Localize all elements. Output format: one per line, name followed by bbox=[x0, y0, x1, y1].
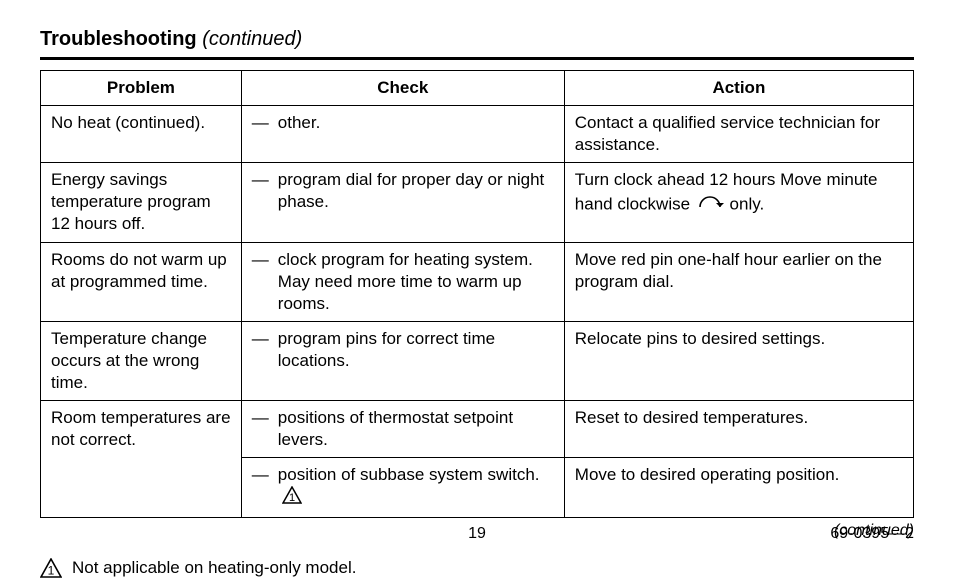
dash-icon: — bbox=[252, 169, 278, 213]
table-row: Temperature change occurs at the wrong t… bbox=[41, 321, 914, 400]
table-row: Energy savings temperature program 12 ho… bbox=[41, 163, 914, 242]
col-problem: Problem bbox=[41, 71, 242, 106]
dash-icon: — bbox=[252, 112, 278, 134]
section-title: Troubleshooting (continued) bbox=[40, 28, 914, 51]
cell-action: Contact a qualified service technician f… bbox=[564, 106, 913, 163]
marker-digit: 1 bbox=[48, 563, 55, 577]
cell-action: Move to desired operating position. bbox=[564, 458, 913, 517]
check-text: program pins for correct time locations. bbox=[278, 328, 554, 372]
cell-action: Relocate pins to desired settings. bbox=[564, 321, 913, 400]
cell-check: — program dial for proper day or night p… bbox=[241, 163, 564, 242]
title-suffix: (continued) bbox=[202, 28, 302, 50]
cell-action: Move red pin one-half hour earlier on th… bbox=[564, 242, 913, 321]
table-row: Rooms do not warm up at programmed time.… bbox=[41, 242, 914, 321]
dash-icon: — bbox=[252, 407, 278, 451]
cell-check: — clock program for heating system. May … bbox=[241, 242, 564, 321]
marker-digit: 1 bbox=[289, 492, 295, 504]
action-text-b: only. bbox=[730, 195, 765, 214]
dash-icon: — bbox=[252, 464, 278, 510]
cell-problem: Rooms do not warm up at programmed time. bbox=[41, 242, 242, 321]
cell-problem: No heat (continued). bbox=[41, 106, 242, 163]
cell-action: Reset to desired temperatures. bbox=[564, 401, 913, 458]
check-subtext: position of subbase system switch. bbox=[278, 465, 540, 484]
col-check: Check bbox=[241, 71, 564, 106]
footnote: 1 Not applicable on heating-only model. bbox=[40, 558, 914, 578]
footnote-marker-icon: 1 bbox=[40, 558, 62, 578]
cell-check: — position of subbase system switch. 1 bbox=[241, 458, 564, 517]
troubleshooting-table: Problem Check Action No heat (continued)… bbox=[40, 70, 914, 518]
cell-problem: Energy savings temperature program 12 ho… bbox=[41, 163, 242, 242]
table-header-row: Problem Check Action bbox=[41, 71, 914, 106]
check-text: positions of thermostat setpoint levers. bbox=[278, 407, 554, 451]
check-text: clock program for heating system. May ne… bbox=[278, 249, 554, 315]
title-rule bbox=[40, 57, 914, 60]
cell-action: Turn clock ahead 12 hours Move minute ha… bbox=[564, 163, 913, 242]
title-main: Troubleshooting bbox=[40, 28, 197, 50]
check-text: other. bbox=[278, 112, 554, 134]
table-row: Room temperatures are not correct. — pos… bbox=[41, 401, 914, 458]
footnote-text: Not applicable on heating-only model. bbox=[72, 558, 356, 578]
table-row: No heat (continued). — other. Contact a … bbox=[41, 106, 914, 163]
cell-problem: Temperature change occurs at the wrong t… bbox=[41, 321, 242, 400]
cell-check: — positions of thermostat setpoint lever… bbox=[241, 401, 564, 458]
page-footer: 19 69-0395—2 bbox=[0, 525, 954, 543]
action-text-a: Turn clock ahead 12 hours Move minute ha… bbox=[575, 170, 878, 214]
col-action: Action bbox=[564, 71, 913, 106]
cell-check: — other. bbox=[241, 106, 564, 163]
dash-icon: — bbox=[252, 249, 278, 315]
page-number: 19 bbox=[0, 525, 954, 543]
cell-problem: Room temperatures are not correct. bbox=[41, 401, 242, 517]
footnote-marker-icon: 1 bbox=[282, 486, 302, 510]
dash-icon: — bbox=[252, 328, 278, 372]
clockwise-arrow-icon bbox=[695, 191, 725, 219]
check-text: position of subbase system switch. 1 bbox=[278, 464, 554, 510]
cell-check: — program pins for correct time location… bbox=[241, 321, 564, 400]
check-text: program dial for proper day or night pha… bbox=[278, 169, 554, 213]
